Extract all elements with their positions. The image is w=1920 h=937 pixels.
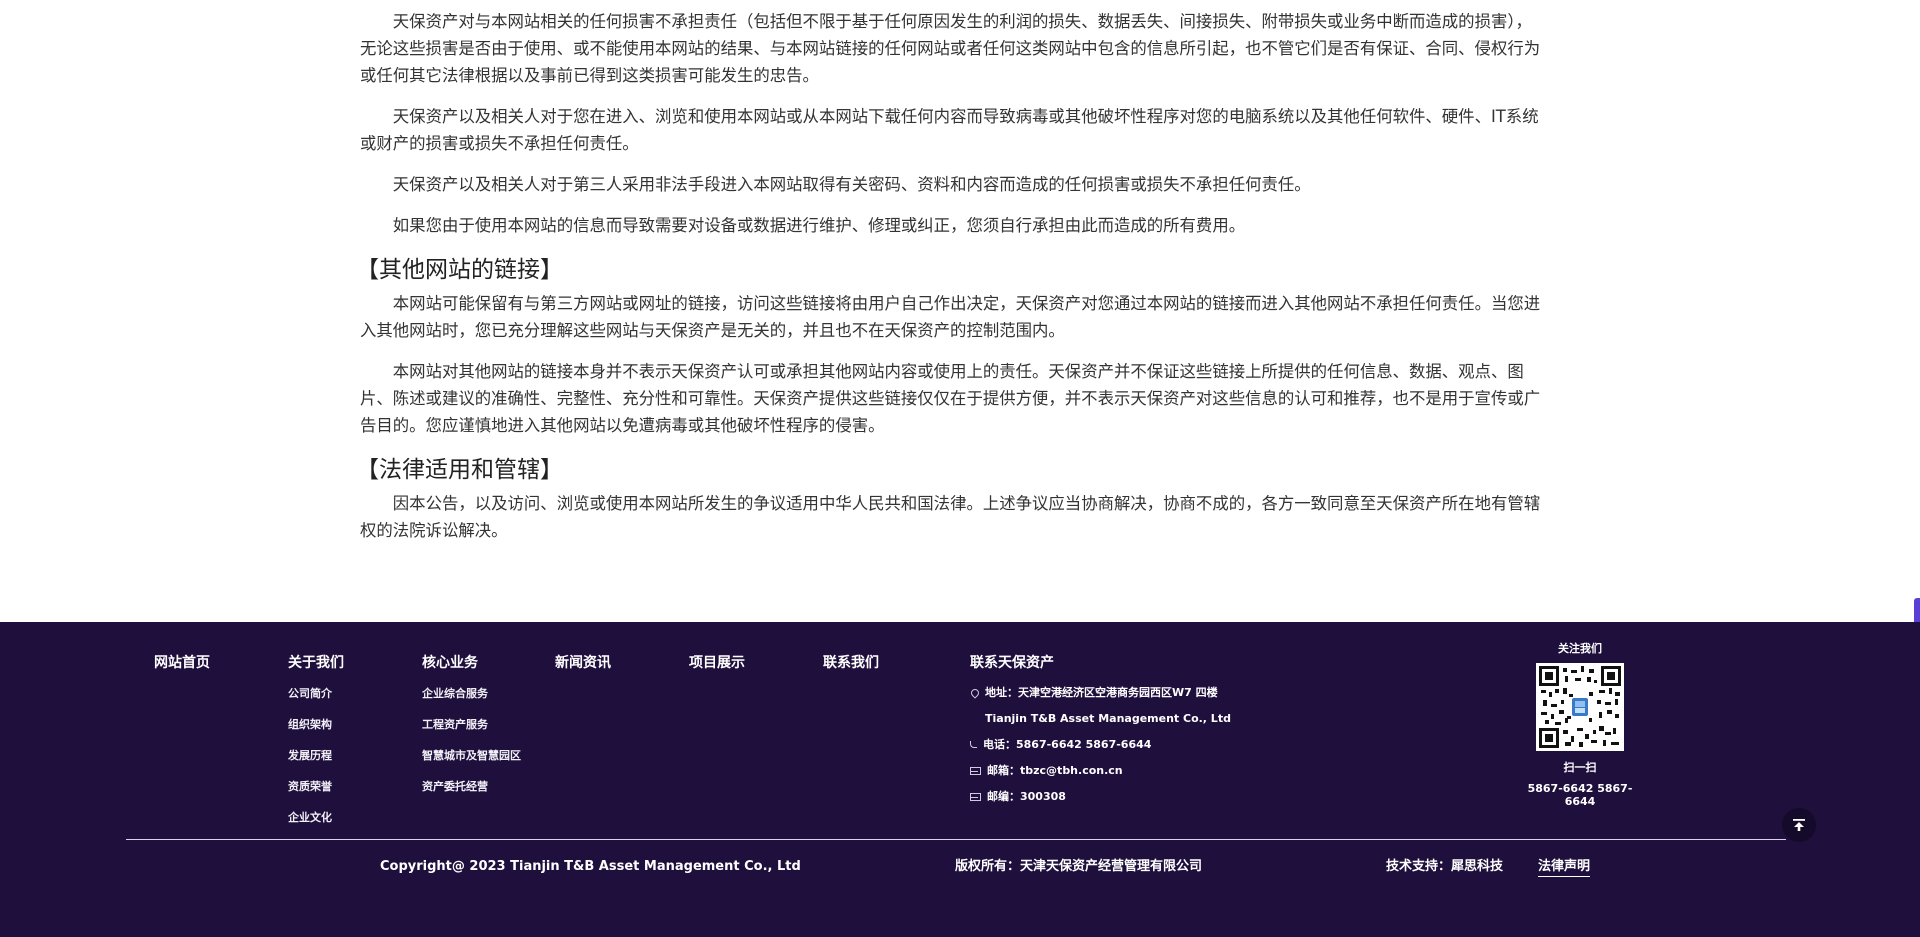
footer-nav-home: 网站首页 — [154, 654, 210, 687]
legal-article: 天保资产对与本网站相关的任何损害不承担责任（包括但不限于基于任何原因发生的利润的… — [356, 8, 1548, 558]
contact-address: 地址：天津空港经济区空港商务园西区W7 四楼 — [969, 686, 1231, 699]
footer-nav-business: 核心业务 企业综合服务 工程资产服务 智慧城市及智慧园区 资产委托经营 — [422, 654, 521, 811]
paragraph-law: 因本公告，以及访问、浏览或使用本网站所发生的争议适用中华人民共和国法律。上述争议… — [360, 494, 1541, 540]
qr-code-graphic — [1539, 666, 1621, 748]
footer-link-contact[interactable]: 联系我们 — [823, 654, 879, 672]
footer-link-company-intro[interactable]: 公司简介 — [288, 687, 344, 700]
footer-link-home[interactable]: 网站首页 — [154, 654, 210, 672]
contact-phone: 电话：5867-6642 5867-6644 — [970, 738, 1231, 751]
paragraph-links-2: 本网站对其他网站的链接本身并不表示天保资产认可或承担其他网站内容或使用上的责任。… — [360, 362, 1541, 435]
footer-divider — [126, 839, 1786, 840]
address-text: 地址：天津空港经济区空港商务园西区W7 四楼 — [985, 686, 1218, 699]
footer-link-about[interactable]: 关于我们 — [288, 654, 344, 672]
follow-title: 关注我们 — [1558, 642, 1602, 655]
legal-notice-link[interactable]: 法律声明 — [1538, 859, 1591, 877]
paragraph-maintenance: 如果您由于使用本网站的信息而导致需要对设备或数据进行维护、修理或纠正，您须自行承… — [392, 216, 1246, 235]
contact-title: 联系天保资产 — [970, 655, 1054, 671]
site-footer: 网站首页 关于我们 公司简介 组织架构 发展历程 资质荣誉 企业文化 核心业务 … — [0, 622, 1920, 937]
footer-link-culture[interactable]: 企业文化 — [288, 811, 344, 824]
qr-code — [1536, 663, 1624, 751]
scan-label: 扫一扫 — [1563, 761, 1597, 774]
paragraph-links-1: 本网站可能保留有与第三方网站或网址的链接，访问这些链接将由用户自己作出决定，天保… — [360, 294, 1541, 340]
footer-nav-contact: 联系我们 — [823, 654, 879, 687]
footer-link-organization[interactable]: 组织架构 — [288, 718, 344, 731]
back-to-top-button[interactable] — [1782, 808, 1816, 842]
postcode-text: 邮编：300308 — [987, 790, 1066, 803]
phone-icon — [970, 741, 977, 748]
footer-nav-projects: 项目展示 — [689, 654, 745, 687]
footer-nav-news: 新闻资讯 — [555, 654, 611, 687]
follow-phone: 5867-6642 5867-6644 — [1527, 782, 1633, 808]
heading-law: 【法律适用和管辖】 — [356, 457, 563, 483]
tech-support-text[interactable]: 技术支持：犀思科技 — [1386, 859, 1503, 875]
contact-email: 邮箱：tbzc@tbh.con.cn — [970, 764, 1231, 777]
footer-link-engineering-asset[interactable]: 工程资产服务 — [422, 718, 521, 731]
footer-link-business[interactable]: 核心业务 — [422, 654, 521, 672]
footer-link-history[interactable]: 发展历程 — [288, 749, 344, 762]
footer-nav-about: 关于我们 公司简介 组织架构 发展历程 资质荣誉 企业文化 — [288, 654, 344, 842]
paragraph-third-party: 天保资产以及相关人对于第三人采用非法手段进入本网站取得有关密码、资料和内容而造成… — [392, 175, 1311, 194]
footer-link-asset-operation[interactable]: 资产委托经营 — [422, 780, 521, 793]
email-text[interactable]: 邮箱：tbzc@tbh.con.cn — [987, 764, 1123, 777]
phone-text: 电话：5867-6642 5867-6644 — [983, 738, 1152, 751]
arrow-up-icon — [1793, 819, 1805, 831]
company-english-name: Tianjin T&B Asset Management Co., Ltd — [985, 712, 1231, 725]
footer-link-enterprise-service[interactable]: 企业综合服务 — [422, 687, 521, 700]
footer-link-smart-city[interactable]: 智慧城市及智慧园区 — [422, 749, 521, 762]
heading-other-links: 【其他网站的链接】 — [356, 257, 563, 283]
footer-link-projects[interactable]: 项目展示 — [689, 654, 745, 672]
footer-link-news[interactable]: 新闻资讯 — [555, 654, 611, 672]
contact-company-en: Tianjin T&B Asset Management Co., Ltd — [970, 712, 1231, 725]
paragraph-liability: 天保资产对与本网站相关的任何损害不承担责任（包括但不限于基于任何原因发生的利润的… — [360, 12, 1541, 85]
paragraph-virus: 天保资产以及相关人对于您在进入、浏览和使用本网站或从本网站下载任何内容而导致病毒… — [360, 107, 1539, 153]
contact-info: 联系天保资产 地址：天津空港经济区空港商务园西区W7 四楼 Tianjin T&… — [969, 654, 1231, 816]
location-pin-icon — [969, 686, 981, 699]
mail-icon — [970, 766, 981, 775]
footer-link-honors[interactable]: 资质荣誉 — [288, 780, 344, 793]
postcode-icon — [970, 792, 981, 801]
rights-text: 版权所有：天津天保资产经营管理有限公司 — [955, 859, 1203, 874]
copyright-text: Copyright@ 2023 Tianjin T&B Asset Manage… — [380, 859, 801, 874]
contact-postcode: 邮编：300308 — [970, 790, 1231, 803]
follow-us: 关注我们 扫一扫 5867-6642 5867-6644 — [1520, 640, 1640, 808]
